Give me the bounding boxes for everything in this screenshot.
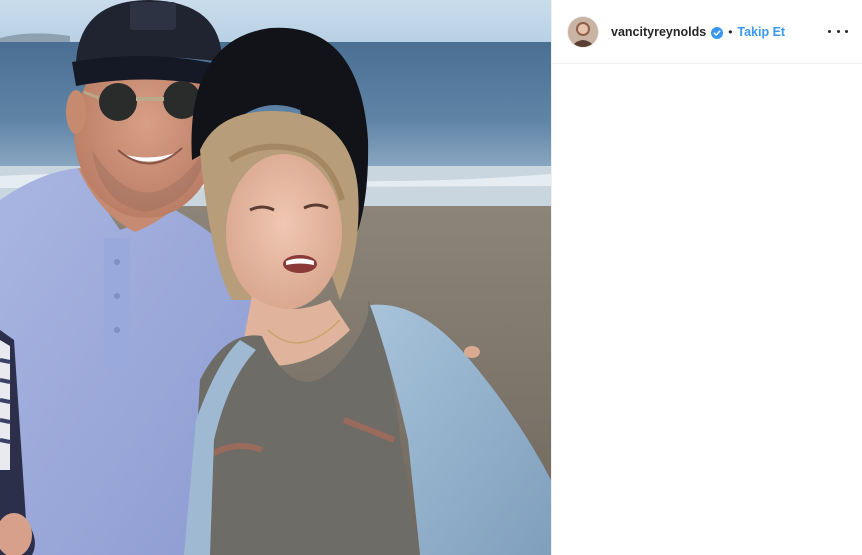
username-link[interactable]: vancityreynolds bbox=[611, 25, 706, 39]
verified-badge-icon bbox=[711, 26, 724, 39]
avatar[interactable] bbox=[568, 16, 598, 47]
instagram-post: vancityreynolds • Takip Et bbox=[0, 0, 862, 555]
post-photo[interactable] bbox=[0, 0, 551, 555]
profile-picture bbox=[568, 16, 598, 47]
more-dot bbox=[828, 30, 831, 33]
comments-area bbox=[552, 64, 862, 555]
header-separator: • bbox=[728, 24, 733, 39]
post-sidebar: vancityreynolds • Takip Et bbox=[551, 0, 862, 555]
follow-button[interactable]: Takip Et bbox=[737, 25, 785, 39]
more-options-icon[interactable] bbox=[828, 25, 848, 39]
beach-portrait-photo bbox=[0, 0, 551, 555]
more-dot bbox=[845, 30, 848, 33]
post-header: vancityreynolds • Takip Et bbox=[552, 0, 862, 64]
more-dot bbox=[836, 30, 840, 33]
